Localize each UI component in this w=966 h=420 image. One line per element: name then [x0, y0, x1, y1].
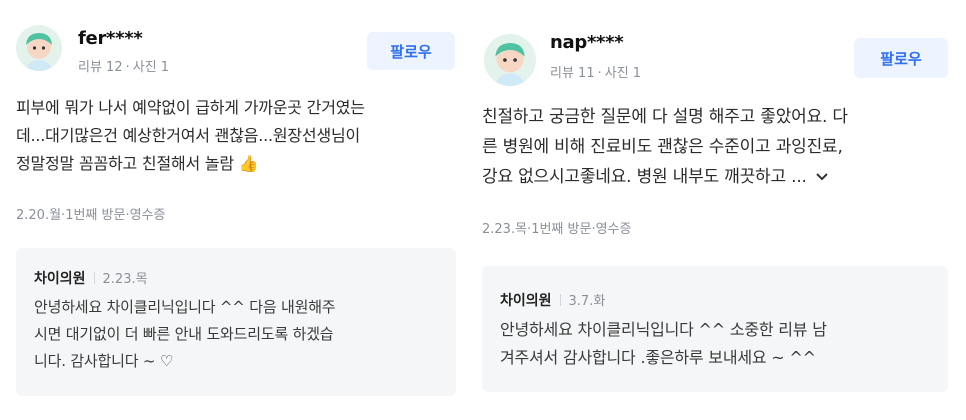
reply-text-line: 겨주셔서 감사합니다 .좋은하루 보내세요 ~ ^^	[500, 348, 816, 367]
reply-text-line: 시면 대기없이 더 빠른 안내 도와드리도록 하겠습	[34, 325, 334, 343]
reply-header: 차이의원 2.23.목	[34, 268, 148, 288]
owner-reply: 차이의원 3.7.화 안녕하세요 차이클리닉입니다 ^^ 소중한 리뷰 남 겨주셔…	[482, 266, 948, 392]
review-text-line: 친절하고 궁금한 질문에 다 설명 해주고 좋았어요. 다	[482, 107, 848, 127]
receipt-label: 영수증	[129, 208, 166, 223]
owner-reply: 차이의원 2.23.목 안녕하세요 차이클리닉입니다 ^^ 다음 내원해주 시면 …	[16, 248, 456, 396]
visit-date: 2.20.월	[16, 208, 62, 223]
review-text[interactable]: 피부에 뭐가 나서 예약없이 급하게 가까운곳 간거였는 데...대기많은건 예…	[16, 94, 365, 178]
meta-separator: ·	[125, 60, 130, 75]
reviewer-nickname[interactable]: nap****	[550, 32, 624, 53]
reply-text-line: 안녕하세요 차이클리닉입니다 ^^ 소중한 리뷰 남	[500, 320, 827, 339]
reviewer-meta: 리뷰 11 · 사진 1	[550, 62, 641, 81]
review-count: 리뷰 12	[78, 60, 123, 75]
reply-date: 2.23.목	[102, 272, 148, 287]
visit-count: 1번째 방문	[531, 222, 592, 237]
reply-header: 차이의원 3.7.화	[500, 290, 605, 310]
review-text[interactable]: 친절하고 궁금한 질문에 다 설명 해주고 좋았어요. 다 른 병원에 비해 진…	[482, 102, 848, 192]
review-text-line: 정말정말 꼼꼼하고 친절해서 놀람 👍	[16, 154, 259, 173]
follow-button[interactable]: 팔로우	[367, 32, 455, 70]
visit-info: 2.23.목·1번째 방문·영수증	[482, 222, 632, 237]
divider	[93, 272, 95, 284]
photo-count: 사진 1	[132, 60, 170, 75]
follow-button[interactable]: 팔로우	[854, 38, 948, 78]
review-card: fer**** 리뷰 12 · 사진 1 팔로우 피부에 뭐가 나서 예약없이 급하…	[0, 0, 470, 420]
reply-text-line: 안녕하세요 차이클리닉입니다 ^^ 다음 내원해주	[34, 298, 336, 316]
divider	[559, 294, 561, 306]
user-avatar-icon[interactable]	[484, 34, 536, 86]
review-text-line: 데...대기많은건 예상한거여서 괜찮음...원장선생님이	[16, 126, 361, 145]
reviewer-meta: 리뷰 12 · 사진 1	[78, 56, 169, 75]
reply-text: 안녕하세요 차이클리닉입니다 ^^ 소중한 리뷰 남 겨주셔서 감사합니다 .좋…	[500, 316, 827, 372]
review-text-line: 피부에 뭐가 나서 예약없이 급하게 가까운곳 간거였는	[16, 98, 365, 117]
reply-author: 차이의원	[500, 293, 552, 309]
reply-text: 안녕하세요 차이클리닉입니다 ^^ 다음 내원해주 시면 대기없이 더 빠른 안…	[34, 294, 336, 375]
review-text-line: 른 병원에 비해 진료비도 괜찮은 수준이고 과잉진료,	[482, 137, 843, 157]
reviewer-nickname[interactable]: fer****	[78, 28, 143, 49]
user-avatar-icon[interactable]	[16, 25, 62, 71]
visit-info: 2.20.월·1번째 방문·영수증	[16, 208, 166, 223]
photo-count: 사진 1	[604, 66, 642, 81]
review-count: 리뷰 11	[550, 66, 595, 81]
reply-author: 차이의원	[34, 271, 86, 287]
reply-date: 3.7.화	[568, 294, 606, 309]
review-text-line-content: 강요 없으시고좋네요. 병원 내부도 깨끗하고 ...	[482, 167, 807, 187]
reply-text-line: 니다. 감사합니다 ~ ♡	[34, 352, 174, 370]
visit-count: 1번째 방문	[65, 208, 126, 223]
chevron-down-icon[interactable]	[815, 162, 829, 192]
receipt-label: 영수증	[595, 222, 632, 237]
review-card: nap**** 리뷰 11 · 사진 1 팔로우 친절하고 궁금한 질문에 다 설명…	[470, 0, 966, 420]
visit-date: 2.23.목	[482, 222, 528, 237]
meta-separator: ·	[597, 66, 602, 81]
review-text-line: 강요 없으시고좋네요. 병원 내부도 깨끗하고 ...	[482, 162, 848, 192]
